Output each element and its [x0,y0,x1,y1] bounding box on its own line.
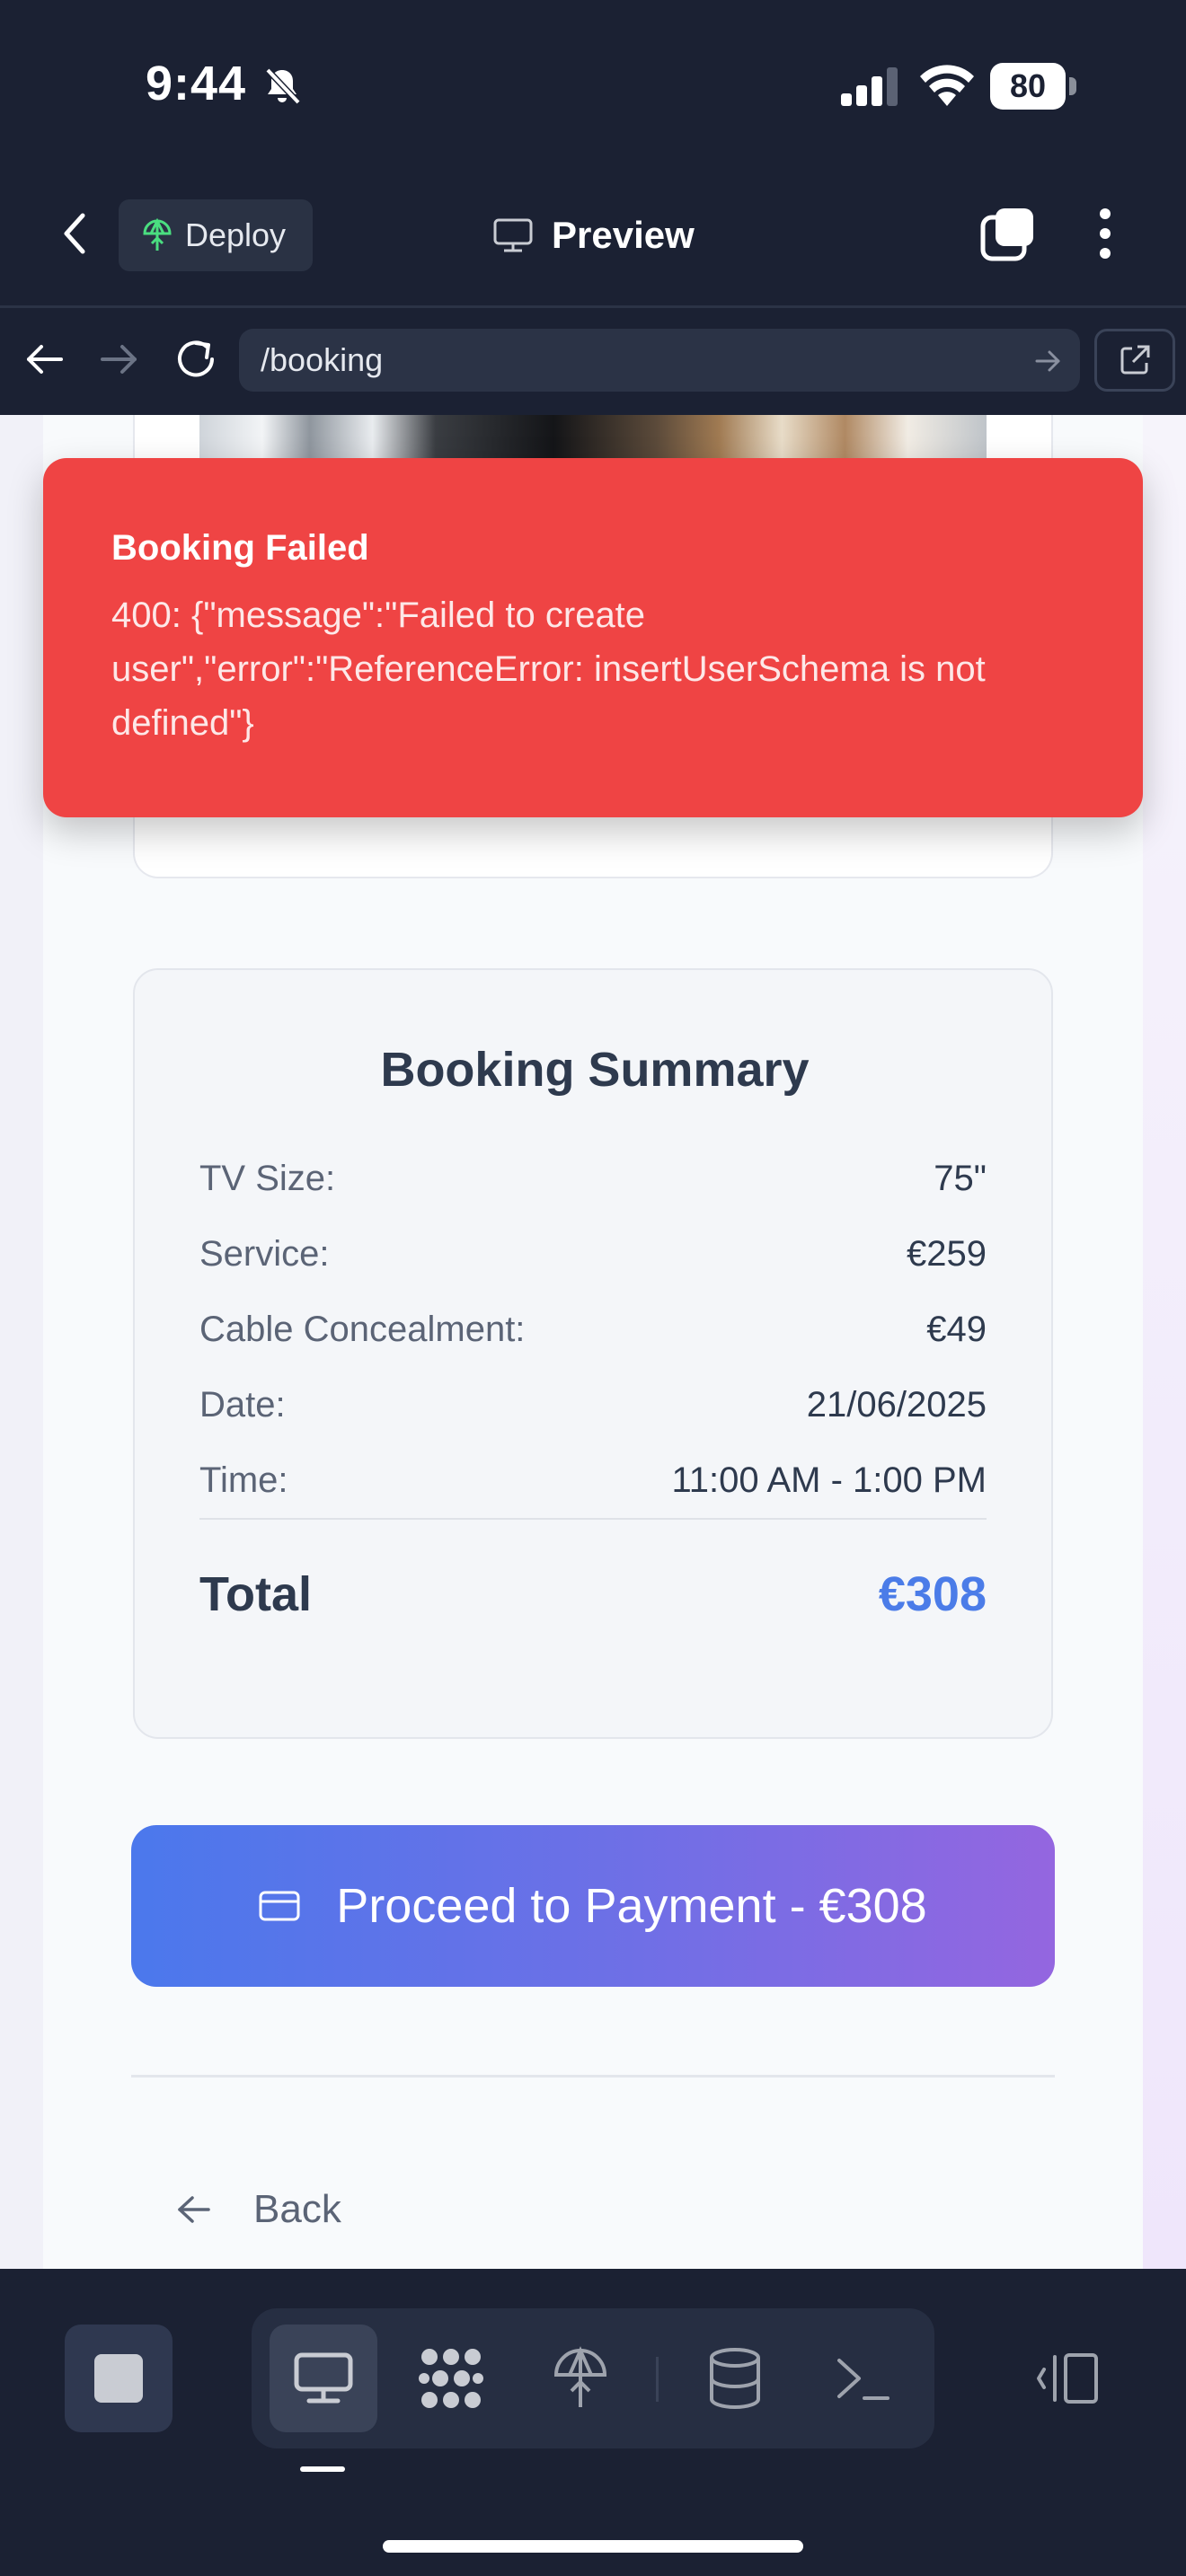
time-value: 11:00 AM - 1:00 PM [671,1460,987,1500]
bell-muted-icon [265,67,301,105]
cellular-signal-icon [841,67,898,106]
arrow-left-icon [178,2196,210,2223]
page-gutter-left [0,415,43,2269]
tv-size-value: 75" [934,1159,987,1198]
back-chevron-icon[interactable] [54,208,97,259]
tool-agent-button[interactable] [397,2325,505,2432]
tool-deploy-button[interactable] [527,2325,634,2432]
back-button[interactable]: Back [176,2183,341,2236]
battery-indicator: 80 [990,63,1076,110]
toast-message: 400: {"message":"Failed to create user",… [111,595,986,743]
battery-level: 80 [990,63,1066,110]
deploy-icon [143,218,172,251]
external-link-icon [1120,345,1150,375]
preview-label: Preview [552,214,695,256]
url-input[interactable]: /booking [239,329,1080,392]
tool-shell-button[interactable] [809,2325,916,2432]
summary-title: Booking Summary [380,1043,810,1097]
total-label: Total [199,1567,312,1621]
payment-button-label: Proceed to Payment - €308 [336,1879,927,1933]
layout-toggle-button[interactable] [1013,2325,1121,2432]
monitor-icon [294,2352,353,2404]
reload-icon[interactable] [169,332,223,386]
go-arrow-icon[interactable] [1031,345,1064,377]
page-gutter-right [1143,415,1186,2269]
back-label: Back [253,2187,341,2231]
more-vertical-icon[interactable] [1087,205,1123,262]
service-label: Service: [199,1234,330,1274]
deploy-icon [553,2346,607,2407]
total-value: €308 [878,1567,987,1621]
split-panel-icon [1037,2353,1098,2404]
time-label: Time: [199,1460,288,1500]
deploy-label: Deploy [185,216,287,253]
cable-concealment-value: €49 [926,1310,987,1349]
cable-concealment-label: Cable Concealment: [199,1310,526,1349]
active-tab-indicator [300,2466,345,2472]
database-icon [710,2348,760,2409]
tv-size-label: TV Size: [199,1159,336,1198]
url-text: /booking [261,341,384,378]
date-value: 21/06/2025 [806,1385,987,1425]
arrow-left-icon[interactable] [20,334,70,384]
credit-card-icon [259,1891,300,1921]
proceed-to-payment-button[interactable]: Proceed to Payment - €308 [131,1825,1055,1987]
monitor-icon [493,218,533,252]
tool-database-button[interactable] [681,2325,789,2432]
home-indicator[interactable] [383,2540,803,2553]
error-toast[interactable]: Booking Failed 400: {"message":"Failed t… [43,458,1143,817]
preview-title: Preview [492,208,695,262]
service-value: €259 [907,1234,987,1274]
open-external-button[interactable] [1094,329,1175,392]
arrow-right-icon[interactable] [93,334,144,384]
page-divider [131,2075,1055,2078]
status-time: 9:44 [146,57,247,110]
tool-separator [656,2357,659,2402]
terminal-icon [837,2359,890,2400]
agent-icon [419,2349,483,2408]
tabs-icon[interactable] [979,205,1037,262]
stop-button[interactable] [65,2325,173,2432]
stop-icon [94,2354,143,2403]
booking-summary-card: Booking Summary TV Size: 75" Service: €2… [133,968,1053,1739]
web-preview: Booking Summary TV Size: 75" Service: €2… [0,415,1186,2269]
deploy-button[interactable]: Deploy [119,199,313,271]
tool-preview-button[interactable] [270,2325,377,2432]
wifi-icon [920,65,974,106]
date-label: Date: [199,1385,286,1425]
battery-nub [1069,77,1076,95]
summary-divider [199,1518,987,1520]
toast-title: Booking Failed [111,528,369,568]
